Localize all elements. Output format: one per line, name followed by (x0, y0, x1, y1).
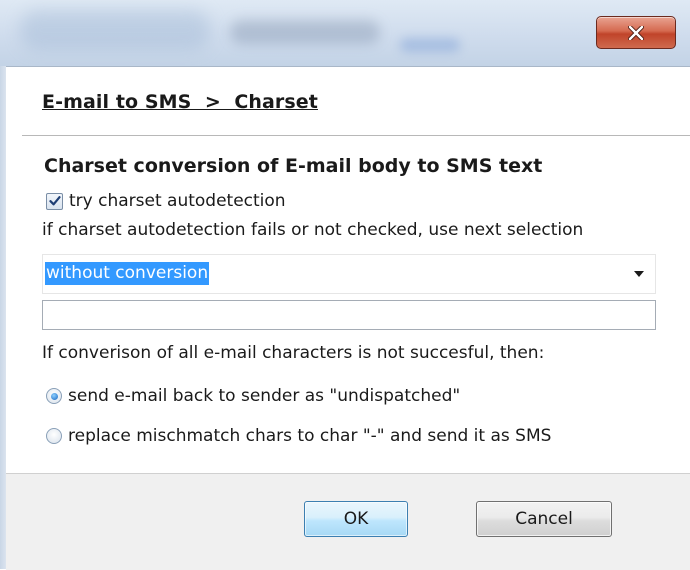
autodetect-label: try charset autodetection (69, 191, 286, 211)
dialog-content: E-mail to SMS > Charset Charset conversi… (6, 66, 690, 570)
background-blur (400, 38, 460, 52)
background-blur (230, 20, 380, 44)
option-label: send e-mail back to sender as "undispatc… (68, 386, 461, 406)
chevron-down-icon[interactable] (633, 270, 645, 278)
divider (22, 135, 690, 136)
dialog-footer: OK Cancel (6, 474, 690, 570)
option-label: replace mischmatch chars to char "-" and… (68, 426, 552, 446)
charset-selected-value: without conversion (45, 262, 210, 285)
section-title: Charset conversion of E-mail body to SMS… (44, 155, 543, 177)
fallback-info-text: if charset autodetection fails or not ch… (42, 220, 584, 240)
autodetect-checkbox[interactable] (46, 192, 63, 210)
checkmark-icon (48, 196, 61, 206)
radio-selected-dot (50, 392, 58, 400)
condition-text: If converison of all e-mail characters i… (42, 343, 545, 363)
charset-dropdown[interactable]: without conversion (42, 254, 656, 294)
option-replace-chars[interactable]: replace mischmatch chars to char "-" and… (46, 425, 551, 447)
background-blur (20, 10, 210, 50)
breadcrumb[interactable]: E-mail to SMS > Charset (42, 91, 318, 113)
title-bar (0, 0, 690, 66)
radio-button[interactable] (46, 388, 62, 404)
cancel-button[interactable]: Cancel (476, 501, 612, 537)
close-icon (628, 25, 644, 40)
option-send-back[interactable]: send e-mail back to sender as "undispatc… (46, 385, 460, 407)
radio-button[interactable] (46, 428, 62, 444)
ok-button[interactable]: OK (304, 501, 408, 537)
custom-charset-input[interactable] (42, 300, 656, 330)
autodetect-checkbox-row[interactable]: try charset autodetection (46, 190, 286, 212)
close-button[interactable] (596, 16, 676, 49)
